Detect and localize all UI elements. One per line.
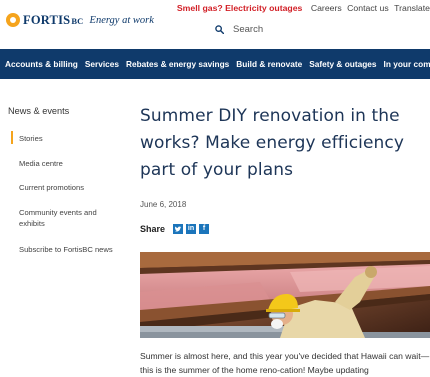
article-hero-image xyxy=(140,252,430,338)
search-input[interactable] xyxy=(233,24,413,35)
sidebar-item-current-promotions[interactable]: Current promotions xyxy=(0,182,130,207)
linkedin-icon[interactable]: in xyxy=(186,224,197,234)
logo-flame-icon xyxy=(6,13,20,27)
gas-outage-alert-link[interactable]: Smell gas? Electricity outages xyxy=(177,3,303,13)
sidebar: News & events Stories Media centre Curre… xyxy=(0,106,130,268)
sidebar-item-stories[interactable]: Stories xyxy=(0,131,130,158)
sidebar-list: Stories Media centre Current promotions … xyxy=(0,131,130,269)
facebook-icon[interactable]: f xyxy=(199,224,210,234)
utility-links: Smell gas? Electricity outages Careers C… xyxy=(177,3,430,13)
share-label: Share xyxy=(140,224,166,234)
nav-accounts-billing[interactable]: Accounts & billing xyxy=(0,59,80,69)
nav-in-your-community[interactable]: In your community xyxy=(379,59,430,69)
nav-rebates-energy-savings[interactable]: Rebates & energy savings xyxy=(121,59,231,69)
sidebar-item-community-events[interactable]: Community events and exhibits xyxy=(0,207,100,244)
careers-link[interactable]: Careers xyxy=(311,3,342,13)
article-title: Summer DIY renovation in the works? Make… xyxy=(140,106,405,180)
nav-build-renovate[interactable]: Build & renovate xyxy=(231,59,304,69)
nav-services[interactable]: Services xyxy=(80,59,121,69)
article-date: June 6, 2018 xyxy=(140,200,187,209)
insulation-worker-photo xyxy=(140,252,430,338)
sidebar-heading[interactable]: News & events xyxy=(0,106,130,122)
twitter-icon[interactable] xyxy=(173,224,184,234)
share-bar: Share in f xyxy=(140,224,212,234)
main-nav: Accounts & billing Services Rebates & en… xyxy=(0,49,430,79)
sidebar-item-subscribe[interactable]: Subscribe to FortisBC news xyxy=(0,244,130,269)
search-icon[interactable] xyxy=(215,25,224,34)
article-header: Summer DIY renovation in the works? Make… xyxy=(140,103,430,184)
search-bar xyxy=(215,24,413,35)
fortisbc-logo[interactable]: FORTISBC Energy at work xyxy=(6,9,154,31)
site-header: FORTISBC Energy at work Smell gas? Elect… xyxy=(0,0,430,49)
article-body: Summer is almost here, and this year you… xyxy=(140,351,430,375)
sidebar-item-media-centre[interactable]: Media centre xyxy=(0,158,130,183)
nav-safety-outages[interactable]: Safety & outages xyxy=(304,59,378,69)
logo-tagline: Energy at work xyxy=(89,14,154,26)
logo-name: FORTISBC xyxy=(23,12,84,27)
translate-link[interactable]: Translate xyxy=(394,3,430,13)
contact-us-link[interactable]: Contact us xyxy=(347,3,389,13)
